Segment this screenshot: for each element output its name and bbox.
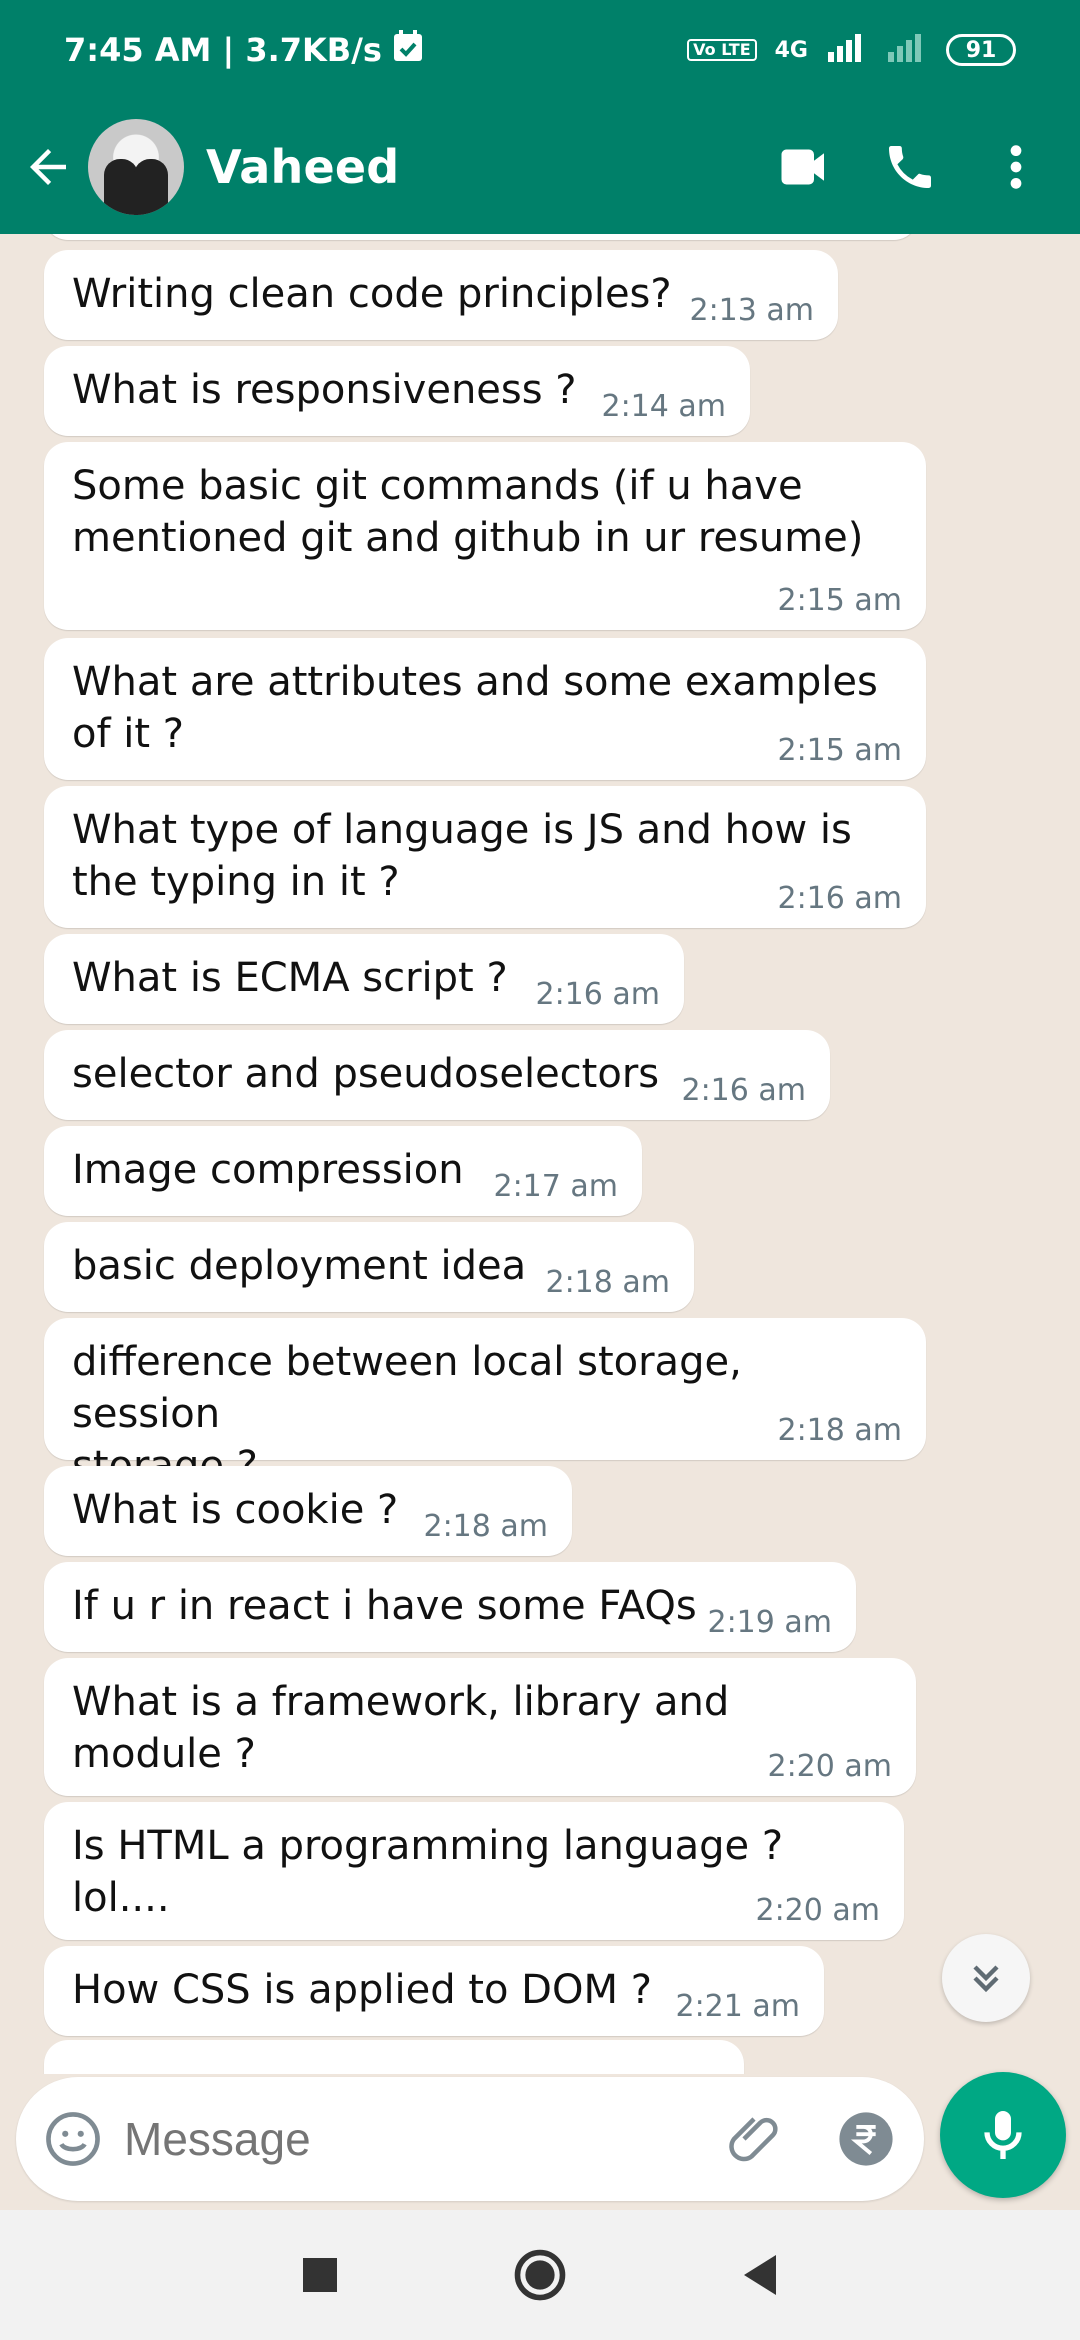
message-bubble[interactable]: What is responsiveness ? 2:14 am xyxy=(44,346,750,436)
message-time: 2:19 am xyxy=(707,1605,832,1640)
contact-name[interactable]: Vaheed xyxy=(206,140,399,194)
message-time: 2:15 am xyxy=(777,583,902,618)
calendar-icon xyxy=(392,29,424,71)
rupee-icon xyxy=(839,2112,893,2166)
message-text: If u r in react i have some FAQs xyxy=(72,1583,697,1629)
message-bubble-partial xyxy=(44,2040,744,2074)
message-text: Image compression xyxy=(72,1147,464,1193)
message-input[interactable] xyxy=(124,2112,722,2166)
chat-header: Vaheed xyxy=(0,100,1080,234)
message-text: What is ECMA script ? xyxy=(72,955,508,1001)
compose-bar xyxy=(0,2074,1080,2204)
emoji-button[interactable] xyxy=(42,2107,104,2171)
chat-area[interactable]: Writing clean code principles? 2:13 am Wha… xyxy=(0,234,1080,2074)
phone-icon xyxy=(889,146,931,188)
signal-strength-icon xyxy=(826,32,868,68)
message-text: What is cookie ? xyxy=(72,1487,399,1533)
message-time: 2:18 am xyxy=(777,1413,902,1448)
status-time: 7:45 AM | 3.7KB/s xyxy=(64,31,382,69)
recents-button[interactable] xyxy=(290,2245,350,2305)
video-call-icon xyxy=(781,149,824,185)
scroll-to-bottom-button[interactable] xyxy=(942,1934,1030,2022)
message-bubble[interactable]: What type of language is JS and how is t… xyxy=(44,786,926,928)
signal-weak-icon xyxy=(886,32,928,68)
more-icon xyxy=(1010,145,1022,189)
message-text: What type of language is JS and how is t… xyxy=(72,807,852,905)
message-text: Some basic git commands (if u have menti… xyxy=(72,463,864,561)
voice-message-button[interactable] xyxy=(940,2072,1066,2198)
volte-badge: Vo LTE xyxy=(687,39,757,61)
battery-indicator: 91 xyxy=(946,34,1016,66)
status-left: 7:45 AM | 3.7KB/s xyxy=(64,29,424,71)
message-time: 2:18 am xyxy=(423,1509,548,1544)
message-time: 2:16 am xyxy=(681,1073,806,1108)
home-button[interactable] xyxy=(510,2245,570,2305)
message-text: How CSS is applied to DOM ? xyxy=(72,1967,652,2013)
message-bubble[interactable]: Is HTML a programming language ? lol....… xyxy=(44,1802,904,1940)
back-button[interactable] xyxy=(8,100,88,234)
message-bubble[interactable]: If u r in react i have some FAQs 2:19 am xyxy=(44,1562,856,1652)
message-bubble[interactable]: How CSS is applied to DOM ? 2:21 am xyxy=(44,1946,824,2036)
message-text: basic deployment idea xyxy=(72,1243,527,1289)
message-time: 2:14 am xyxy=(601,389,726,424)
message-bubble[interactable]: selector and pseudoselectors 2:16 am xyxy=(44,1030,830,1120)
message-bubble[interactable]: Writing clean code principles? 2:13 am xyxy=(44,250,838,340)
message-bubble[interactable]: Image compression 2:17 am xyxy=(44,1126,642,1216)
square-icon xyxy=(303,2258,337,2292)
header-actions xyxy=(774,137,1046,197)
more-options-button[interactable] xyxy=(986,137,1046,197)
message-bubble[interactable]: What are attributes and some examples of… xyxy=(44,638,926,780)
message-text: selector and pseudoselectors xyxy=(72,1051,660,1097)
double-chevron-down-icon xyxy=(973,1965,999,1993)
message-time: 2:18 am xyxy=(545,1265,670,1300)
avatar[interactable] xyxy=(88,119,184,215)
message-bubble-partial xyxy=(44,234,918,240)
back-arrow-icon xyxy=(30,149,66,185)
voice-call-button[interactable] xyxy=(880,137,940,197)
message-time: 2:21 am xyxy=(675,1989,800,2024)
system-navigation-bar xyxy=(0,2210,1080,2340)
message-time: 2:16 am xyxy=(535,977,660,1012)
attach-button[interactable] xyxy=(722,2107,786,2171)
message-bubble[interactable]: What is a framework, library and module … xyxy=(44,1658,916,1796)
message-time: 2:17 am xyxy=(493,1169,618,1204)
message-bubble[interactable]: What is ECMA script ? 2:16 am xyxy=(44,934,684,1024)
message-time: 2:13 am xyxy=(689,293,814,328)
payment-button[interactable] xyxy=(834,2107,898,2171)
message-time: 2:20 am xyxy=(767,1749,892,1784)
message-bubble[interactable]: Some basic git commands (if u have menti… xyxy=(44,442,926,630)
message-text: Writing clean code principles? xyxy=(72,271,672,317)
message-time: 2:20 am xyxy=(755,1893,880,1928)
message-bubble[interactable]: difference between local storage, sessio… xyxy=(44,1318,926,1489)
message-text: What is a framework, library and module … xyxy=(72,1679,742,1777)
paperclip-icon xyxy=(729,2117,778,2162)
message-text: Is HTML a programming language ? lol.... xyxy=(72,1823,796,1921)
message-input-container[interactable] xyxy=(16,2077,1002,2201)
status-bar: 7:45 AM | 3.7KB/s Vo LTE 4G 91 xyxy=(0,0,1080,100)
message-bubble[interactable]: What is cookie ? 2:18 am xyxy=(44,1466,572,1556)
message-text: What are attributes and some examples of… xyxy=(72,659,878,757)
video-call-button[interactable] xyxy=(774,137,834,197)
message-bubble[interactable]: basic deployment idea 2:18 am xyxy=(44,1222,694,1312)
microphone-icon xyxy=(984,2111,1022,2159)
status-right: Vo LTE 4G 91 xyxy=(687,32,1016,68)
message-text: What is responsiveness ? xyxy=(72,367,577,413)
network-type: 4G xyxy=(774,37,808,63)
message-time: 2:15 am xyxy=(777,733,902,768)
back-nav-button[interactable] xyxy=(730,2245,790,2305)
triangle-back-icon xyxy=(744,2255,776,2295)
message-time: 2:16 am xyxy=(777,881,902,916)
emoji-icon xyxy=(46,2112,100,2166)
circle-icon xyxy=(514,2249,566,2301)
